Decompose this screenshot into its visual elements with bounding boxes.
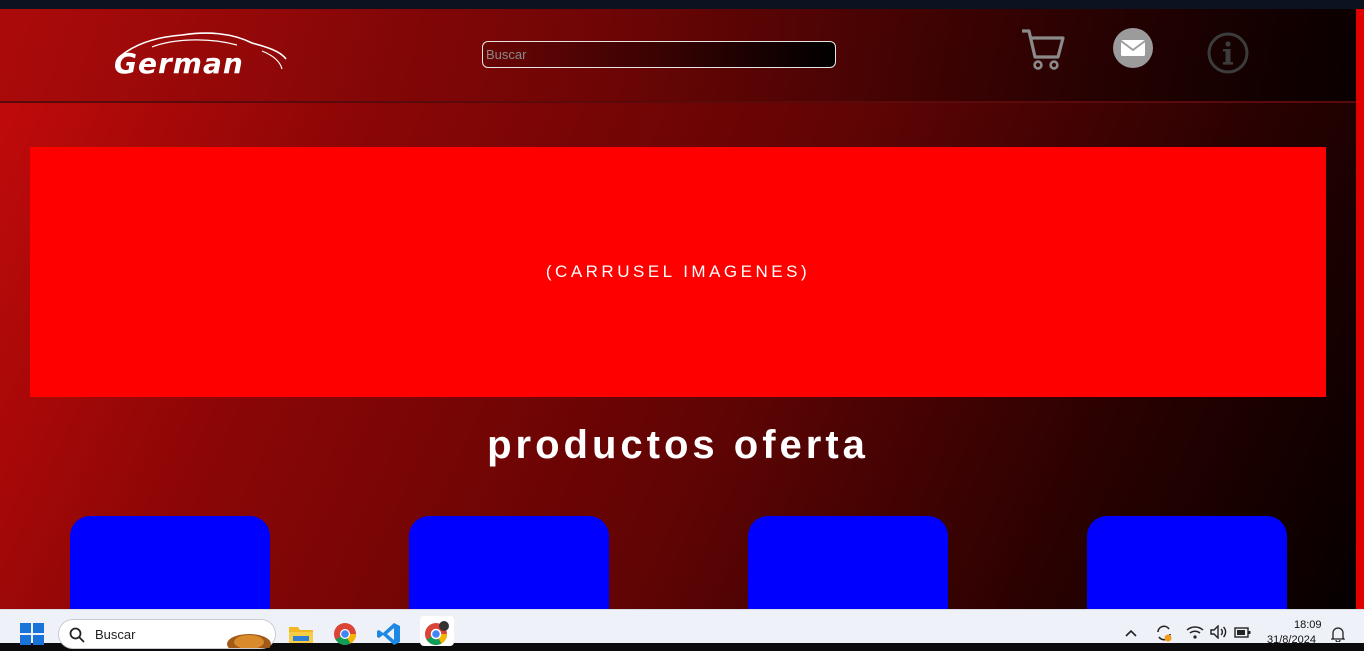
vscode-icon[interactable] bbox=[377, 622, 401, 645]
mail-icon[interactable] bbox=[1112, 27, 1154, 69]
offers-title: productos oferta bbox=[487, 423, 869, 467]
shopping-cart-icon[interactable] bbox=[1020, 27, 1066, 71]
clock-date[interactable]: 31/8/2024 bbox=[1267, 634, 1316, 646]
page-scrollbar[interactable] bbox=[1356, 9, 1364, 609]
info-icon[interactable] bbox=[1206, 31, 1250, 75]
product-card[interactable] bbox=[70, 516, 270, 609]
search-input[interactable] bbox=[482, 41, 836, 68]
chrome-icon[interactable] bbox=[333, 622, 357, 645]
carousel-label: (CARRUSEL IMAGENES) bbox=[545, 262, 811, 281]
windows-taskbar: Buscar 18:09 31/8/2024 bbox=[0, 609, 1364, 649]
brand-name: German bbox=[114, 47, 244, 80]
site-header: German bbox=[0, 9, 1356, 103]
wifi-icon[interactable] bbox=[1186, 625, 1204, 644]
brand-logo[interactable]: German bbox=[112, 25, 292, 85]
volume-icon[interactable] bbox=[1210, 624, 1228, 644]
image-carousel[interactable]: (CARRUSEL IMAGENES) bbox=[30, 147, 1326, 397]
product-card[interactable] bbox=[1087, 516, 1287, 609]
sync-icon[interactable] bbox=[1154, 623, 1174, 648]
notification-bell-icon[interactable] bbox=[1330, 626, 1346, 647]
taskbar-search[interactable]: Buscar bbox=[58, 619, 276, 649]
product-card[interactable] bbox=[748, 516, 948, 609]
file-explorer-icon[interactable] bbox=[288, 622, 313, 644]
product-card[interactable] bbox=[409, 516, 609, 609]
battery-icon[interactable] bbox=[1234, 625, 1252, 644]
window-top-strip bbox=[0, 0, 1364, 9]
clock-time[interactable]: 18:09 bbox=[1294, 619, 1322, 631]
search-icon bbox=[69, 627, 85, 643]
search-highlight-icon bbox=[227, 634, 271, 648]
web-page: German Buscar (CARRUSEL IMAGENES) produc… bbox=[0, 9, 1356, 609]
chevron-up-icon[interactable] bbox=[1124, 625, 1138, 643]
taskbar-search-label: Buscar bbox=[95, 627, 136, 642]
